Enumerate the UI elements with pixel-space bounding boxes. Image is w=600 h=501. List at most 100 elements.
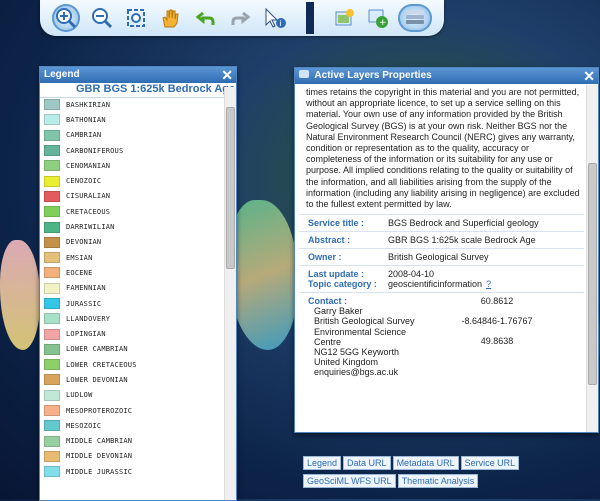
legend-list: BASHKIRIAN BATHONIAN CAMBRIAN CARBONIFEROUS… (40, 97, 224, 500)
legend-panel-title: Legend (44, 69, 80, 80)
link-button[interactable]: Thematic Analysis (397, 474, 479, 488)
bbox-coords: 60.8612 -8.64846-1.76767 49.8638 (461, 296, 533, 347)
close-icon[interactable]: ✕ (221, 67, 233, 83)
legend-label: MESOZOIC (66, 421, 102, 430)
layer-properties-header[interactable]: Active Layers Properties ✕ (295, 68, 598, 84)
legend-label: MIDDLE JURASSIC (66, 467, 133, 476)
link-button[interactable]: Service URL (460, 456, 520, 470)
copyright-text: times retains the copyright in this mate… (306, 87, 580, 210)
legend-item: LUDLOW (40, 388, 224, 403)
last-update-row: Last update : 2008-04-10 (299, 265, 584, 279)
legend-label: LOWER CAMBRIAN (66, 345, 128, 354)
legend-swatch (44, 160, 60, 172)
service-title-row: Service title : BGS Bedrock and Superfic… (299, 214, 584, 231)
legend-label: DEVONIAN (66, 238, 102, 247)
legend-swatch (44, 267, 60, 279)
identify-icon[interactable]: i (260, 4, 288, 32)
legend-item: CISURALIAN (40, 189, 224, 204)
contact-line: United Kingdom (314, 357, 379, 368)
zoom-in-icon[interactable] (52, 4, 80, 32)
zoom-extent-icon[interactable] (122, 4, 150, 32)
legend-label: LOWER DEVONIAN (66, 375, 128, 384)
svg-text:+: + (379, 18, 387, 28)
legend-swatch (44, 206, 60, 218)
legend-item: BATHONIAN (40, 112, 224, 127)
legend-swatch (44, 343, 60, 355)
owner-row: Owner : British Geological Survey (299, 248, 584, 265)
zoom-out-icon[interactable] (88, 4, 116, 32)
legend-swatch (44, 99, 60, 111)
legend-item: MIDDLE JURASSIC (40, 464, 224, 479)
legend-swatch (44, 175, 60, 187)
undo-icon[interactable] (192, 4, 220, 32)
legend-label: CENOZOIC (66, 177, 102, 186)
legend-label: EMSIAN (66, 253, 93, 262)
legend-item: JURASSIC (40, 296, 224, 311)
last-update-value: 2008-04-10 (388, 269, 435, 280)
legend-item: CARBONIFEROUS (40, 143, 224, 158)
legend-item: FAMENNIAN (40, 281, 224, 296)
legend-label: JURASSIC (66, 299, 102, 308)
legend-item: LOWER DEVONIAN (40, 372, 224, 387)
pan-hand-icon[interactable] (156, 4, 184, 32)
legend-swatch (44, 420, 60, 432)
legend-label: MIDDLE DEVONIAN (66, 452, 133, 461)
contact-line: NG12 5GG Keyworth (314, 347, 400, 358)
legend-item: LOWER CRETACEOUS (40, 357, 224, 372)
legend-item: MIDDLE DEVONIAN (40, 449, 224, 464)
legend-swatch (44, 236, 60, 248)
legend-swatch (44, 221, 60, 233)
link-button[interactable]: GeoSciML WFS URL (303, 474, 396, 488)
legend-item: CAMBRIAN (40, 128, 224, 143)
legend-scrollbar[interactable] (224, 87, 236, 500)
legend-label: BASHKIRIAN (66, 100, 111, 109)
topic-row: Topic category : geoscientificinformatio… (308, 279, 492, 290)
link-button[interactable]: Legend (303, 456, 342, 470)
legend-label: CISURALIAN (66, 192, 111, 201)
legend-item: EMSIAN (40, 250, 224, 265)
layers-icon[interactable] (398, 4, 432, 32)
link-button[interactable]: Metadata URL (392, 456, 459, 470)
link-button[interactable]: Data URL (343, 456, 391, 470)
legend-swatch (44, 359, 60, 371)
legend-label: BATHONIAN (66, 115, 106, 124)
properties-scrollbar-thumb[interactable] (588, 163, 597, 385)
contact-section: Contact : Garry Baker British Geological … (299, 292, 584, 391)
add-layer-icon[interactable] (330, 4, 358, 32)
legend-item: DARRIWILIAN (40, 219, 224, 234)
legend-item: CENOMANIAN (40, 158, 224, 173)
legend-label: LOWER CRETACEOUS (66, 360, 137, 369)
legend-label: LLANDOVERY (66, 314, 111, 323)
legend-swatch (44, 190, 60, 202)
legend-item: MESOPROTEROZOIC (40, 403, 224, 418)
legend-panel-header[interactable]: Legend ✕ (40, 67, 236, 83)
legend-label: LOPINGIAN (66, 330, 106, 339)
legend-label: FAMENNIAN (66, 284, 106, 293)
legend-item: MIDDLE CAMBRIAN (40, 434, 224, 449)
legend-label: DARRIWILIAN (66, 223, 115, 232)
legend-label: CENOMANIAN (66, 161, 111, 170)
legend-label: LUDLOW (66, 391, 93, 400)
layer-properties-panel: Active Layers Properties ✕ times retains… (294, 67, 599, 488)
legend-item: CENOZOIC (40, 173, 224, 188)
properties-scrollbar[interactable] (586, 85, 598, 432)
legend-item: DEVONIAN (40, 235, 224, 250)
legend-item: MESOZOIC (40, 418, 224, 433)
svg-text:i: i (280, 19, 282, 28)
close-icon[interactable]: ✕ (583, 68, 595, 84)
legend-swatch (44, 450, 60, 462)
legend-scrollbar-thumb[interactable] (226, 107, 235, 269)
layers-icon (299, 70, 309, 78)
add-wms-icon[interactable]: + (364, 4, 392, 32)
legend-label: EOCENE (66, 268, 93, 277)
legend-item: LOWER CAMBRIAN (40, 342, 224, 357)
legend-label: CAMBRIAN (66, 131, 102, 140)
topic-help-link[interactable]: ? (486, 279, 491, 289)
legend-item: BASHKIRIAN (40, 97, 224, 112)
redo-icon[interactable] (226, 4, 254, 32)
link-buttons: Legend Data URL Metadata URL Service URL Geo… (303, 456, 573, 492)
legend-label: CRETACEOUS (66, 207, 111, 216)
topic-value: geoscientificinformation (388, 279, 483, 290)
abstract-row: Abstract : GBR BGS 1:625k scale Bedrock … (299, 231, 584, 248)
abstract-value: GBR BGS 1:625k scale Bedrock Age (388, 235, 536, 246)
